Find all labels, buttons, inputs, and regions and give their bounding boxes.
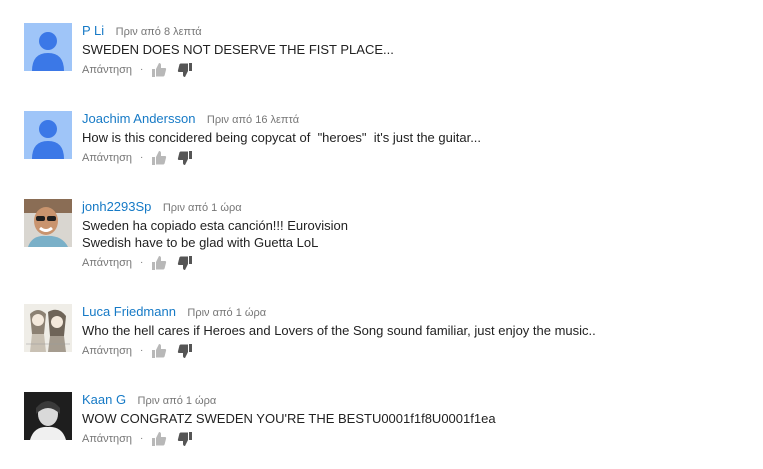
comment-text: SWEDEN DOES NOT DESERVE THE FIST PLACE..… <box>82 41 744 58</box>
avatar[interactable] <box>24 23 72 71</box>
thumbs-down-icon[interactable] <box>177 62 193 78</box>
thumbs-up-icon[interactable] <box>151 431 167 447</box>
person-photo-icon <box>24 199 72 247</box>
comment-timestamp[interactable]: Πριν από 1 ώρα <box>163 202 242 214</box>
comment-text: Who the hell cares if Heroes and Lovers … <box>82 322 744 339</box>
separator-dot: · <box>140 433 144 444</box>
comment-text: Sweden ha copiado esta canción!!! Eurovi… <box>82 217 744 251</box>
person-photo-icon <box>24 392 72 440</box>
comment-timestamp[interactable]: Πριν από 8 λεπτά <box>116 26 202 38</box>
comment-timestamp[interactable]: Πριν από 1 ώρα <box>138 395 217 407</box>
thumbs-down-icon[interactable] <box>177 431 193 447</box>
comment-text-line: Who the hell cares if Heroes and Lovers … <box>82 323 596 338</box>
reply-button[interactable]: Απάντηση <box>82 149 132 167</box>
reply-button[interactable]: Απάντηση <box>82 430 132 448</box>
comment-author[interactable]: jonh2293Sp <box>82 199 151 214</box>
thumbs-up-icon[interactable] <box>151 150 167 166</box>
comment-text-line: Sweden ha copiado esta canción!!! Eurovi… <box>82 218 348 233</box>
comment-timestamp[interactable]: Πριν από 16 λεπτά <box>207 114 299 126</box>
thumbs-down-icon[interactable] <box>177 343 193 359</box>
reply-button[interactable]: Απάντηση <box>82 342 132 360</box>
comment-text: How is this concidered being copycat of … <box>82 129 744 146</box>
thumbs-down-icon[interactable] <box>177 255 193 271</box>
separator-dot: · <box>140 152 144 163</box>
thumbs-up-icon[interactable] <box>151 62 167 78</box>
comment-text: WOW CONGRATZ SWEDEN YOU'RE THE BESTU0001… <box>82 410 744 427</box>
thumbs-up-icon[interactable] <box>151 255 167 271</box>
comment-text-line: Swedish have to be glad with Guetta LoL <box>82 235 319 250</box>
anime-drawing-icon <box>24 304 72 352</box>
default-avatar-icon <box>24 111 72 159</box>
comment-author[interactable]: Luca Friedmann <box>82 304 176 319</box>
separator-dot: · <box>140 257 144 268</box>
avatar[interactable] <box>24 199 72 247</box>
comment-text-line: SWEDEN DOES NOT DESERVE THE FIST PLACE..… <box>82 42 394 57</box>
thumbs-down-icon[interactable] <box>177 150 193 166</box>
comment-author[interactable]: Kaan G <box>82 392 126 407</box>
reply-button[interactable]: Απάντηση <box>82 254 132 272</box>
avatar[interactable] <box>24 111 72 159</box>
thumbs-up-icon[interactable] <box>151 343 167 359</box>
reply-button[interactable]: Απάντηση <box>82 61 132 79</box>
default-avatar-icon <box>24 23 72 71</box>
comment-text-line: How is this concidered being copycat of … <box>82 130 482 145</box>
comment-timestamp[interactable]: Πριν από 1 ώρα <box>187 307 266 319</box>
avatar[interactable] <box>24 392 72 440</box>
comment-author[interactable]: P Li <box>82 23 104 38</box>
comment-text-line: WOW CONGRATZ SWEDEN YOU'RE THE BESTU0001… <box>82 411 496 426</box>
separator-dot: · <box>140 64 144 75</box>
comment-author[interactable]: Joachim Andersson <box>82 111 195 126</box>
separator-dot: · <box>140 345 144 356</box>
avatar[interactable] <box>24 304 72 352</box>
